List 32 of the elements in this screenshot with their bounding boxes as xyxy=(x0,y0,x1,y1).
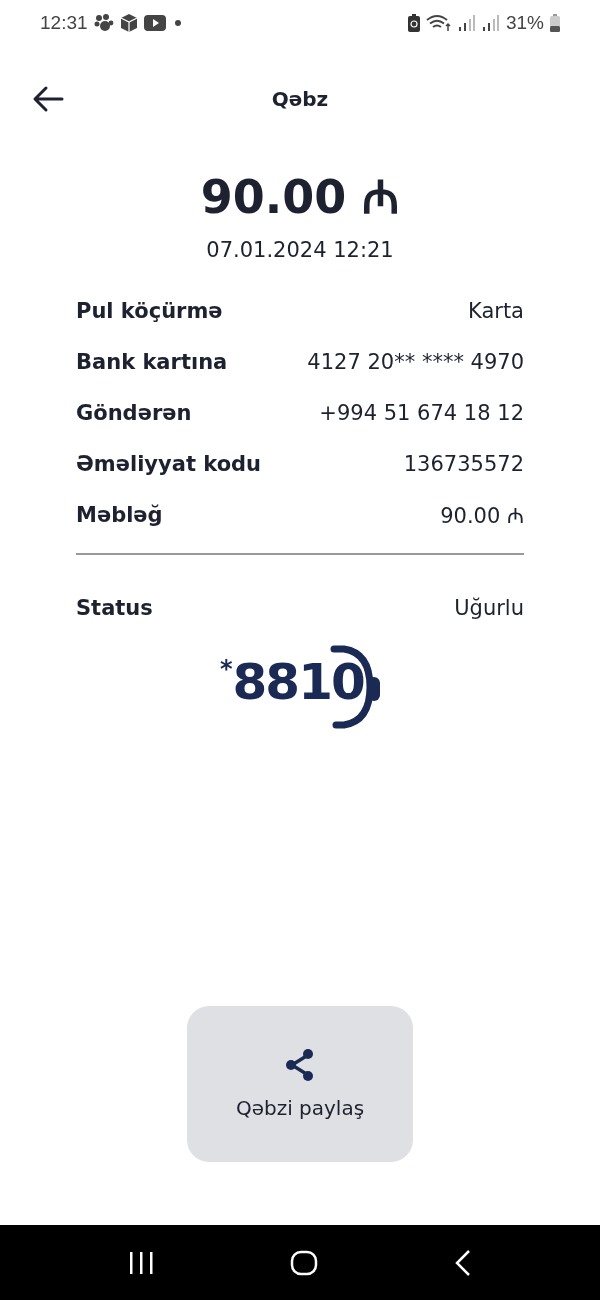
battery-percent: 31% xyxy=(505,12,544,34)
share-receipt-button[interactable]: Qəbzi paylaş xyxy=(187,1006,413,1162)
logo-asterisk-text: * xyxy=(220,655,233,683)
box-icon xyxy=(119,13,138,33)
share-icon xyxy=(284,1048,316,1082)
detail-value: Karta xyxy=(468,299,524,323)
wifi-icon xyxy=(425,14,452,32)
detail-value: 4127 20** **** 4970 xyxy=(307,350,524,374)
back-nav-button[interactable] xyxy=(454,1248,472,1277)
status-value: Uğurlu xyxy=(454,596,524,620)
video-play-icon xyxy=(143,15,166,31)
status-time: 12:31 xyxy=(40,12,88,34)
receipt-amount: 90.00 ₼ xyxy=(199,169,401,226)
recent-apps-button[interactable] xyxy=(128,1250,154,1275)
logo-number: 8810 xyxy=(232,653,364,711)
receipt-date: 07.01.2024 12:21 xyxy=(205,238,395,262)
signal-icon xyxy=(481,14,500,32)
detail-label: Əməliyyat kodu xyxy=(76,452,262,476)
home-button[interactable] xyxy=(290,1249,318,1276)
detail-value: 136735572 xyxy=(403,452,524,476)
detail-value: +994 51 674 18 12 xyxy=(319,401,524,425)
screen-title: Qəbz xyxy=(271,87,329,111)
signal-icon xyxy=(457,14,476,32)
detail-label: Pul köçürmə xyxy=(76,299,223,323)
detail-value: 90.00 ₼ xyxy=(440,503,524,529)
recycle-battery-icon xyxy=(407,14,420,32)
detail-label: Göndərən xyxy=(76,401,192,425)
detail-label: Məbləğ xyxy=(76,503,163,527)
paw-icon xyxy=(93,14,114,32)
battery-icon xyxy=(550,14,560,32)
status-label: Status xyxy=(76,596,153,620)
detail-label: Bank kartına xyxy=(76,350,228,374)
